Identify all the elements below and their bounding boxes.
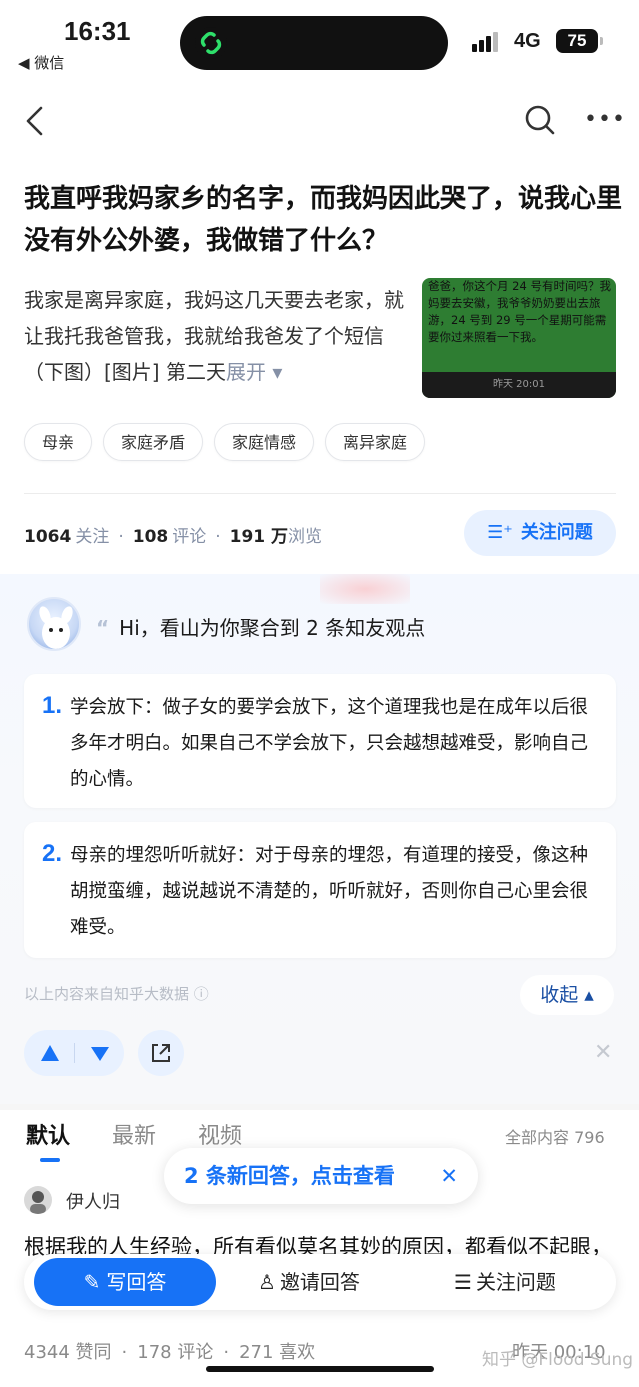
home-indicator[interactable] [206,1366,434,1372]
tag-mother[interactable]: 母亲 [24,423,93,461]
battery-indicator: 75 [556,29,603,53]
bottom-action-bar: ✎ 写回答 ♙ 邀请回答 ☰ 关注问题 [24,1254,616,1310]
dynamic-island [180,16,448,70]
follow-count-label: 关注 [75,527,110,547]
follow-question-button[interactable]: ☰⁺ 关注问题 [464,510,616,556]
question-image-thumbnail[interactable]: 爸爸，你这个月 24 号有时间吗？我妈要去安徽，我爷爷奶奶要出去旅游，24 号到… [422,278,616,398]
question-stats: 1064 关注 · 108 评论 · 191 万浏览 [24,527,323,547]
downvote-icon[interactable] [90,1046,110,1062]
follow-question-bottom-button[interactable]: ☰ 关注问题 [454,1258,556,1306]
vote-separator [74,1043,75,1063]
answer-comments: 178 评论 [137,1342,214,1363]
point-text: 学会放下：做子女的要学会放下，这个道理我也是在成年以后很多年才明白。如果自己不学… [70,697,589,790]
excerpt-text: 我家是离异家庭，我妈这几天要去老家，就让我托我爸管我，我就给我爸发了个短信（下图… [24,288,404,384]
close-toast-icon[interactable]: ✕ [440,1148,458,1204]
ai-source-note: 以上内容来自知乎大数据 ⓘ [24,985,209,1003]
upvote-icon[interactable] [40,1044,60,1062]
back-to-wechat[interactable]: ◀ 微信 [18,52,64,73]
topic-tags: 母亲 家庭矛盾 家庭情感 离异家庭 [24,423,436,461]
section-separator [0,1104,639,1110]
point-number: 2. [42,840,63,867]
write-answer-button[interactable]: ✎ 写回答 [34,1258,216,1306]
tab-video[interactable]: 视频 [198,1118,242,1150]
answer-likes: 4344 赞同 [24,1342,112,1363]
tag-divorced-family[interactable]: 离异家庭 [325,423,426,461]
link-activity-icon [195,27,227,59]
invite-answer-label: 邀请回答 [279,1270,360,1294]
app-screen: 16:31 ◀ 微信 4G 75 ••• 我直呼我妈家乡的名字，而我妈因此哭了，… [0,0,639,1387]
question-excerpt[interactable]: 我家是离异家庭，我妈这几天要去老家，就让我托我爸管我，我就给我爸发了个短信（下图… [24,282,416,390]
thumbnail-message-text: 爸爸，你这个月 24 号有时间吗？我妈要去安徽，我爷爷奶奶要出去旅游，24 号到… [428,279,611,344]
vote-buttons [24,1030,124,1076]
write-answer-label: 写回答 [106,1270,167,1294]
decorative-glow [320,574,410,604]
answer-favs: 271 喜欢 [239,1342,316,1363]
ai-point-card: 1. 学会放下：做子女的要学会放下，这个道理我也是在成年以后很多年才明白。如果自… [24,674,616,808]
status-time: 16:31 [64,16,131,46]
person-add-icon: ♙ [258,1270,276,1294]
question-title: 我直呼我妈家乡的名字，而我妈因此哭了，说我心里没有外公外婆，我做错了什么？ [24,184,623,256]
ai-point-card: 2. 母亲的埋怨听听就好：对于母亲的埋怨，有道理的接受，像这种胡搅蛮缠，越说越说… [24,822,616,958]
answer-sort-tabs: 默认 最新 视频 [26,1118,284,1150]
follow-question-label: 关注问题 [520,522,593,543]
ai-greeting: “ Hi，看山为你聚合到 2 条知友观点 [96,612,425,641]
divider [24,493,616,494]
ai-bot-avatar [27,597,81,651]
follow-question-icon: ☰⁺ [487,522,513,543]
avatar[interactable] [24,1186,52,1214]
more-options-icon[interactable]: ••• [584,109,626,131]
edit-icon: ✎ [83,1270,101,1294]
active-tab-indicator [40,1158,60,1162]
back-arrow-icon[interactable] [22,104,48,138]
point-text: 母亲的埋怨听听就好：对于母亲的埋怨，有道理的接受，像这种胡搅蛮缠，越说越说不清楚… [70,845,589,938]
answer-author[interactable]: 伊人归 [66,1188,120,1214]
view-count: 191 万 [229,527,289,547]
thumbnail-timestamp: 昨天 20:01 [422,372,616,398]
share-icon [152,1044,170,1062]
new-answers-text: 2 条新回答，点击查看 [184,1164,395,1188]
invite-answer-button[interactable]: ♙ 邀请回答 [258,1258,360,1306]
tag-family-conflict[interactable]: 家庭矛盾 [103,423,204,461]
network-type: 4G [514,30,541,52]
new-answers-toast[interactable]: 2 条新回答，点击查看 ✕ [164,1148,478,1204]
close-ai-panel-icon[interactable]: ✕ [594,1040,612,1065]
tab-default[interactable]: 默认 [26,1118,70,1150]
comment-count-label: 评论 [172,527,207,547]
search-icon[interactable] [524,104,556,136]
quote-icon: “ [96,616,110,640]
share-button[interactable] [138,1030,184,1076]
follow-count: 1064 [24,527,72,547]
signal-icon [472,32,500,52]
expand-link[interactable]: 展开 ▾ [226,360,282,384]
comment-count: 108 [132,527,169,547]
follow-list-icon: ☰ [454,1270,472,1294]
follow-question-bottom-label: 关注问题 [475,1270,556,1294]
all-content-count[interactable]: 全部内容 796 [505,1124,605,1148]
view-count-label: 浏览 [288,527,323,547]
watermark: 知乎 @Flood Sung [482,1350,634,1370]
tab-latest[interactable]: 最新 [112,1118,156,1150]
collapse-button[interactable]: 收起 ▴ [520,975,614,1015]
ai-greeting-text: Hi，看山为你聚合到 2 条知友观点 [119,616,426,640]
tag-family-emotion[interactable]: 家庭情感 [214,423,315,461]
point-number: 1. [42,692,63,719]
user-avatar-icon [30,1191,46,1214]
answer-meta: 4344 赞同 · 178 评论 · 271 喜欢 [24,1342,316,1363]
